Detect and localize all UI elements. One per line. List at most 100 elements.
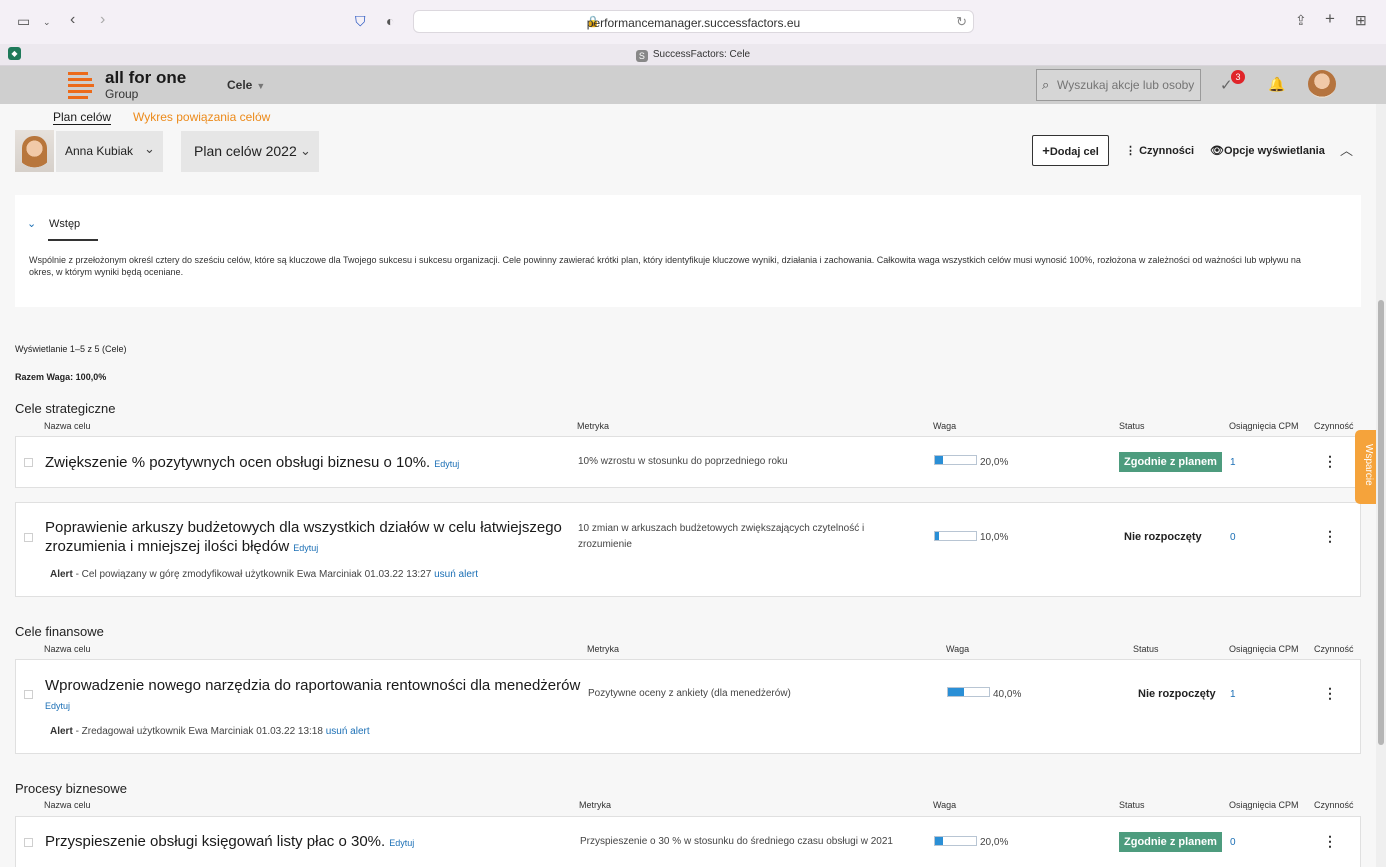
goal-metric: 10 zmian w arkuszach budżetowych zwiększ… — [578, 523, 865, 550]
url-text: performancemanager.successfactors.eu — [586, 16, 801, 30]
cpm-link[interactable]: 0 — [1230, 532, 1236, 543]
search-box[interactable]: ⌕ — [1036, 69, 1201, 101]
col-cpm: Osiągnięcia CPM — [1229, 800, 1299, 810]
reload-icon[interactable]: ↻ — [956, 14, 967, 30]
status-badge: Zgodnie z planem — [1119, 452, 1222, 472]
shield-extension-icon[interactable]: ⛉ — [355, 14, 366, 28]
edit-link[interactable]: Edytuj — [389, 838, 414, 848]
more-vertical-icon[interactable]: ⋮ — [1323, 833, 1337, 850]
weight-bar — [934, 455, 977, 465]
col-metric: Metryka — [587, 644, 620, 654]
goal-checkbox[interactable] — [24, 458, 33, 467]
module-switcher[interactable]: Cele ▼ — [227, 78, 265, 92]
plus-icon: + — [1042, 143, 1050, 158]
remove-alert-link[interactable]: usuń alert — [326, 726, 370, 737]
app-header: all for one Group Cele▼ ⌕ ✓ 3 🔔 — [0, 66, 1386, 104]
col-name: Nazwa celu — [44, 644, 91, 654]
actions-menu[interactable]: ⋮ Czynności — [1125, 144, 1194, 157]
col-cpm: Osiągnięcia CPM — [1229, 644, 1299, 654]
col-status: Status — [1119, 800, 1145, 810]
col-weight: Waga — [933, 800, 957, 810]
privacy-icon[interactable]: ◐ — [386, 14, 394, 28]
add-goal-button[interactable]: +Dodaj cel — [1032, 135, 1109, 166]
goal-row: Wprowadzenie nowego narzędzia do raporto… — [15, 659, 1361, 754]
cpm-link[interactable]: 1 — [1230, 689, 1236, 700]
remove-alert-link[interactable]: usuń alert — [434, 569, 478, 580]
section-title: Procesy biznesowe — [15, 781, 127, 796]
tab-wykres-powiazania[interactable]: Wykres powiązania celów — [133, 110, 270, 124]
weight-bar — [934, 531, 977, 541]
more-vertical-icon[interactable]: ⋮ — [1323, 453, 1337, 470]
goal-alert: Alert - Cel powiązany w górę zmodyfikowa… — [50, 569, 479, 580]
chevron-down-icon[interactable]: ⌄ — [43, 15, 51, 29]
weight-bar — [947, 687, 990, 697]
chevron-down-icon: ⌄ — [144, 141, 155, 156]
caret-down-icon: ▼ — [256, 81, 266, 91]
chevron-up-icon[interactable]: ︿ — [1340, 140, 1353, 159]
intro-panel: ⌄ Wstęp Wspólnie z przełożonym określ cz… — [15, 195, 1361, 307]
forward-icon[interactable]: › — [100, 12, 105, 28]
display-options-menu[interactable]: 👁Opcje wyświetlania — [1210, 144, 1325, 157]
more-vertical-icon[interactable]: ⋮ — [1323, 528, 1337, 545]
eye-icon: 👁 — [1210, 145, 1224, 157]
bell-icon[interactable]: 🔔 — [1268, 76, 1285, 93]
status-text: Nie rozpoczęty — [1138, 688, 1216, 700]
scrollbar-thumb[interactable] — [1378, 300, 1384, 745]
edit-link[interactable]: Edytuj — [293, 543, 318, 553]
logo-subtext: Group — [105, 87, 139, 101]
tab-wstep[interactable]: Wstęp — [49, 218, 80, 230]
edit-link[interactable]: Edytuj — [45, 701, 70, 711]
goal-row: Poprawienie arkuszy budżetowych dla wszy… — [15, 502, 1361, 597]
tab-plan-celow[interactable]: Plan celów — [53, 110, 112, 125]
goal-name: Wprowadzenie nowego narzędzia do raporto… — [45, 677, 581, 711]
goal-row: Zwiększenie % pozytywnych ocen obsługi b… — [15, 436, 1361, 488]
address-bar[interactable]: 🔒 performancemanager.successfactors.eu ↻ — [413, 10, 974, 33]
weight-value: 40,0% — [993, 689, 1022, 700]
goal-checkbox[interactable] — [24, 690, 33, 699]
edit-link[interactable]: Edytuj — [434, 459, 459, 469]
status-text: Nie rozpoczęty — [1124, 531, 1202, 543]
cpm-link[interactable]: 1 — [1230, 457, 1236, 468]
col-name: Nazwa celu — [44, 421, 91, 431]
pinned-tab-icon[interactable]: ◆ — [8, 47, 21, 60]
browser-toolbar: ▭ ⌄ ‹ › ⛉ ◐ 🔒 performancemanager.success… — [0, 0, 1386, 44]
weight-value: 10,0% — [980, 532, 1009, 543]
col-status: Status — [1119, 421, 1145, 431]
goal-alert: Alert - Zredagował użytkownik Ewa Marcin… — [50, 726, 370, 737]
goal-checkbox[interactable] — [24, 838, 33, 847]
chevron-down-icon: ⌄ — [300, 143, 311, 158]
avatar[interactable] — [1308, 70, 1336, 98]
col-weight: Waga — [946, 644, 970, 654]
plan-dropdown[interactable]: Plan celów 2022 ⌄ — [181, 131, 319, 172]
col-metric: Metryka — [579, 800, 612, 810]
col-actions: Czynność — [1314, 421, 1354, 431]
goal-checkbox[interactable] — [24, 533, 33, 542]
cpm-link[interactable]: 0 — [1230, 837, 1236, 848]
share-icon[interactable]: ⇪ — [1295, 13, 1307, 27]
logo-text: all for one — [105, 68, 187, 87]
more-vertical-icon: ⋮ — [1125, 145, 1136, 157]
new-tab-icon[interactable]: + — [1325, 10, 1335, 27]
user-dropdown[interactable]: Anna Kubiak ⌄ — [56, 131, 163, 172]
col-status: Status — [1133, 644, 1159, 654]
goal-name: Zwiększenie % pozytywnych ocen obsługi b… — [45, 454, 460, 471]
section-title: Cele finansowe — [15, 624, 104, 639]
total-weight: Razem Waga: 100,0% — [15, 372, 107, 382]
tab-overview-icon[interactable]: ⊞ — [1355, 13, 1367, 27]
tab-title: SuccessFactors: Cele — [652, 49, 751, 60]
col-actions: Czynność — [1314, 644, 1354, 654]
sidebar-toggle-icon[interactable]: ▭ — [17, 14, 30, 28]
col-cpm: Osiągnięcia CPM — [1229, 421, 1299, 431]
weight-value: 20,0% — [980, 837, 1009, 848]
back-icon[interactable]: ‹ — [70, 12, 75, 28]
notification-badge: 3 — [1231, 70, 1245, 84]
chevron-down-icon[interactable]: ⌄ — [27, 217, 36, 230]
goal-metric: Pozytywne oceny z ankiety (dla menedżeró… — [588, 688, 791, 699]
weight-bar — [934, 836, 977, 846]
goal-metric: Przyspieszenie o 30 % w stosunku do śred… — [580, 836, 893, 847]
goal-metric: 10% wzrostu w stosunku do poprzedniego r… — [578, 456, 788, 467]
browser-tab[interactable]: S SuccessFactors: Cele — [0, 49, 1386, 62]
more-vertical-icon[interactable]: ⋮ — [1323, 685, 1337, 702]
goal-name: Przyspieszenie obsługi księgowań listy p… — [45, 833, 415, 850]
search-input[interactable] — [1057, 76, 1197, 94]
